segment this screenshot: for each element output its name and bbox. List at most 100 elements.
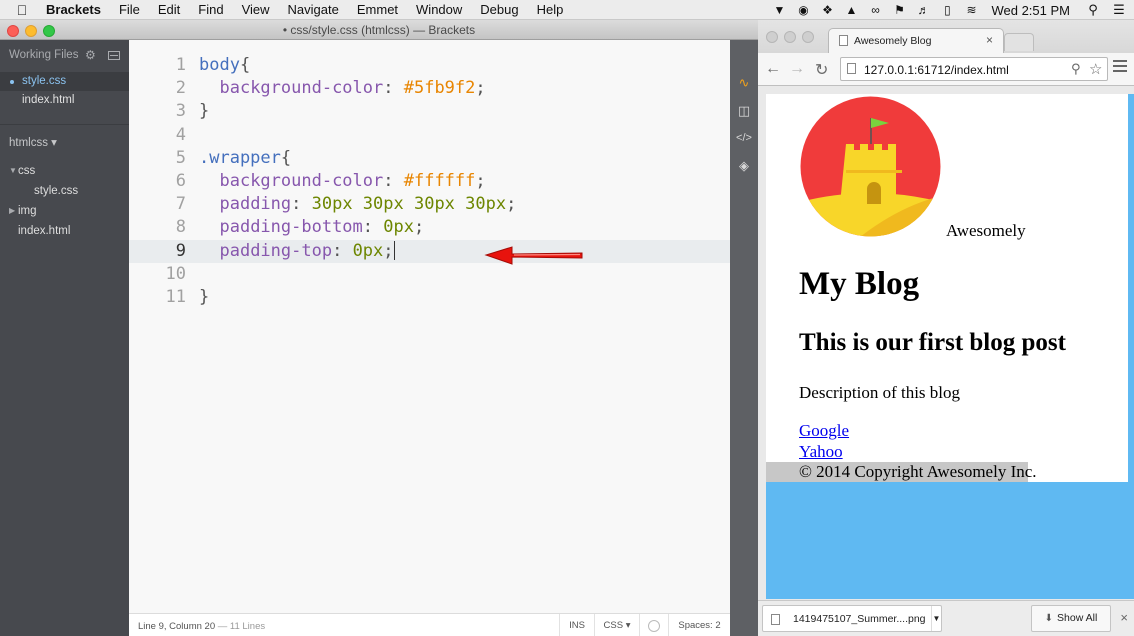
code-text[interactable]: padding-top: 0px; (199, 240, 395, 263)
back-icon[interactable]: ← (765, 60, 781, 78)
close-tab-icon[interactable]: × (986, 33, 993, 47)
tree-file-style-css[interactable]: style.css (0, 181, 129, 201)
browser-tab[interactable]: Awesomely Blog × (828, 28, 1004, 53)
code-token: { (280, 147, 292, 168)
menu-clock[interactable]: Wed 2:51 PM (983, 3, 1082, 18)
show-all-downloads-button[interactable]: ⬇ Show All (1031, 605, 1111, 632)
working-file-style-css[interactable]: style.css (0, 72, 129, 91)
record-icon[interactable]: ◉ (791, 3, 815, 17)
cursor-position[interactable]: Line 9, Column 20 — 11 Lines (138, 621, 265, 632)
drive-icon[interactable]: ▲ (839, 3, 863, 17)
gear-icon[interactable]: ⚙ (85, 48, 96, 62)
apple-icon[interactable]:  (0, 2, 44, 18)
menu-view[interactable]: View (233, 2, 279, 17)
code-text[interactable]: .wrapper{ (199, 147, 291, 170)
search-icon[interactable]: ⚲ (1082, 2, 1104, 18)
code-text[interactable]: background-color: #ffffff; (199, 170, 485, 193)
code-line[interactable]: 2 background-color: #5fb9f2; (129, 77, 730, 100)
download-shelf: 1419475107_Summer....png ▼ ⬇ Show All × (758, 600, 1134, 636)
brackets-titlebar: • css/style.css (htmlcss) — Brackets (0, 20, 758, 40)
indent-settings[interactable]: Spaces: 2 (668, 614, 730, 636)
brackets-window: • css/style.css (htmlcss) — Brackets Wor… (0, 20, 758, 636)
code-icon[interactable]: </> (736, 130, 752, 146)
code-lines[interactable]: 1 body{2 background-color: #5fb9f2; 3} 4 5 .w… (129, 54, 730, 309)
volume-icon[interactable]: ♬ (911, 3, 935, 17)
code-line[interactable]: 1 body{ (129, 54, 730, 77)
file-icon (771, 614, 780, 625)
close-window-button[interactable] (766, 31, 778, 43)
new-tab-button[interactable] (1004, 33, 1034, 51)
minimize-window-button[interactable] (784, 31, 796, 43)
language-selector[interactable]: CSS ▾ (594, 614, 639, 636)
code-line[interactable]: 7 padding: 30px 30px 30px 30px; (129, 193, 730, 216)
working-file-index-html[interactable]: index.html (0, 91, 129, 110)
tree-folder-img[interactable]: ▶ img (0, 201, 129, 221)
line-number: 10 (165, 263, 186, 284)
code-text[interactable]: padding: 30px 30px 30px 30px; (199, 193, 516, 216)
extension-manager-icon[interactable]: ◫ (736, 103, 752, 119)
wifi-icon[interactable]: ≋ (959, 3, 983, 17)
menu-edit[interactable]: Edit (149, 2, 189, 17)
chevron-right-icon[interactable]: ▶ (9, 201, 15, 221)
zoom-icon[interactable]: ⚲ (1071, 61, 1081, 77)
linter-status-icon[interactable] (639, 614, 668, 636)
code-line[interactable]: 4 (129, 124, 730, 147)
split-view-icon[interactable] (108, 51, 120, 60)
app-menu[interactable]: Brackets (44, 2, 110, 17)
code-line[interactable]: 11} (129, 286, 730, 309)
code-token: { (239, 55, 251, 75)
code-line[interactable]: 8 padding-bottom: 0px; (129, 216, 730, 239)
forward-icon[interactable]: → (789, 60, 805, 78)
menu-file[interactable]: File (110, 2, 149, 17)
menu-help[interactable]: Help (528, 2, 573, 17)
menu-window[interactable]: Window (407, 2, 471, 17)
code-token: ; (383, 240, 394, 261)
address-bar[interactable]: 127.0.0.1:61712/index.html ⚲ ☆ (840, 57, 1108, 81)
logo-text: Awesomely (946, 221, 1026, 240)
zoom-window-button[interactable] (802, 31, 814, 43)
menu-icon[interactable] (1113, 60, 1127, 75)
notifications-icon[interactable]: ⚑ (887, 3, 911, 17)
working-file-label: index.html (22, 94, 75, 106)
creative-cloud-icon[interactable]: ∞ (863, 3, 887, 17)
list-icon[interactable]: ☰ (1104, 2, 1134, 18)
project-dropdown[interactable]: htmlcss ▾ (0, 125, 129, 155)
download-item[interactable]: 1419475107_Summer....png ▼ (762, 605, 942, 632)
menu-emmet[interactable]: Emmet (348, 2, 407, 17)
chevron-down-icon[interactable]: ▼ (931, 606, 941, 631)
code-token: } (199, 101, 210, 122)
menu-debug[interactable]: Debug (471, 2, 527, 17)
chevron-down-icon[interactable]: ▼ (9, 161, 17, 181)
code-text[interactable]: } (199, 100, 209, 123)
code-text[interactable]: } (199, 286, 209, 309)
bell-icon[interactable]: ▼ (767, 3, 791, 17)
dropbox-icon[interactable]: ❖ (815, 3, 839, 17)
code-line[interactable]: 5 .wrapper{ (129, 147, 730, 170)
code-line[interactable]: 10 (129, 263, 730, 286)
code-text[interactable]: padding-bottom: 0px; (199, 216, 424, 239)
live-preview-icon[interactable]: ∿ (736, 75, 752, 91)
layers-icon[interactable]: ◈ (736, 158, 752, 174)
google-link[interactable]: Google (799, 421, 849, 441)
code-line[interactable]: 6 background-color: #ffffff; (129, 170, 730, 193)
code-token: : (383, 170, 404, 191)
reload-icon[interactable]: ↻ (815, 60, 828, 80)
menu-navigate[interactable]: Navigate (279, 2, 348, 17)
bookmark-star-icon[interactable]: ☆ (1089, 60, 1102, 78)
code-line[interactable]: 9 padding-top: 0px; (129, 239, 730, 263)
menu-find[interactable]: Find (189, 2, 232, 17)
insert-mode-toggle[interactable]: INS (559, 614, 594, 636)
close-window-button[interactable] (7, 25, 19, 37)
zoom-window-button[interactable] (43, 25, 55, 37)
tree-folder-css[interactable]: ▼ css (0, 161, 129, 181)
tree-file-index-html[interactable]: index.html (0, 221, 129, 241)
code-text[interactable]: background-color: #5fb9f2; (199, 77, 485, 100)
yahoo-link[interactable]: Yahoo (799, 442, 843, 462)
minimize-window-button[interactable] (25, 25, 37, 37)
battery-icon[interactable]: ▯ (935, 3, 959, 17)
code-editor[interactable]: 1 body{2 background-color: #5fb9f2; 3} 4 5 .w… (129, 40, 730, 636)
close-icon[interactable]: × (1120, 610, 1128, 625)
code-text[interactable]: body{ (199, 54, 250, 77)
code-line[interactable]: 3} (129, 100, 730, 123)
